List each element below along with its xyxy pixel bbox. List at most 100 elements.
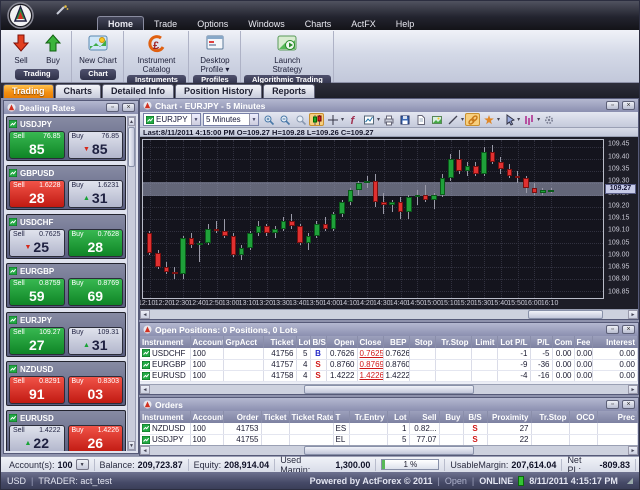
scroll-right-icon[interactable]: ► (628, 446, 638, 455)
panel-close-button[interactable]: × (622, 325, 635, 334)
desktop-profile-button[interactable]: Desktop Profile ▾ (192, 31, 238, 75)
buy-button-usdchf[interactable]: Buy 0.7628 28 (67, 229, 123, 257)
candlestick-style-icon[interactable] (309, 113, 324, 126)
buy-button-eurusd[interactable]: Buy 1.4226 26 (67, 425, 123, 451)
tab-trading[interactable]: Trading (3, 84, 54, 98)
scrollbar-thumb[interactable] (528, 310, 604, 319)
sell-button[interactable]: Sell (5, 31, 37, 65)
instrument-catalog-button[interactable]: £ Instrument Catalog (133, 31, 179, 75)
panel-close-button[interactable]: × (622, 400, 635, 409)
panel-minimize-button[interactable]: ▫ (606, 400, 619, 409)
buy-sell-cell: S (310, 370, 327, 382)
scrollbar-thumb[interactable] (304, 385, 474, 394)
launch-strategy-button[interactable]: Launch Strategy (264, 31, 310, 75)
print-icon[interactable] (381, 113, 396, 126)
buy-button-eurgbp[interactable]: Buy 0.8769 69 (67, 278, 123, 306)
chevron-down-icon[interactable]: ▾ (517, 116, 520, 123)
pointer-tool-icon[interactable] (501, 113, 516, 126)
chevron-down-icon[interactable]: ▾ (377, 116, 380, 123)
zoom-reset-icon[interactable] (293, 113, 308, 126)
chart-ohlc-status: Last:8/11/2011 4:15:00 PM O=109.27 H=109… (140, 128, 638, 137)
scroll-left-icon[interactable]: ◄ (140, 385, 150, 394)
table-row[interactable]: EURUSD 100 41758 4 S 1.4222 1.4226 1.4222 -4 -16 0… (140, 370, 638, 382)
tab-position-history[interactable]: Position History (175, 84, 263, 98)
zoom-in-icon[interactable] (261, 113, 276, 126)
menu-windows[interactable]: Windows (238, 17, 295, 30)
y-tick-label: 109.05 (608, 239, 630, 247)
svg-text:f: f (350, 115, 355, 126)
scroll-up-icon[interactable]: ▲ (128, 117, 135, 126)
tab-reports[interactable]: Reports (263, 84, 316, 98)
sell-button-usdchf[interactable]: Sell 0.7625 ▼ 25 (9, 229, 65, 257)
sell-button-eurusd[interactable]: Sell 1.4222 ▲ 22 (9, 425, 65, 451)
copy-page-icon[interactable] (413, 113, 428, 126)
buy-button-usdjpy[interactable]: Buy 76.85 ▼ 85 (67, 131, 123, 159)
buy-button[interactable]: Buy (37, 31, 69, 65)
panel-minimize-button[interactable]: ▫ (106, 103, 119, 112)
menu-home[interactable]: Home (97, 16, 145, 30)
chevron-down-icon[interactable]: ▾ (341, 116, 344, 123)
orders-h-scrollbar[interactable]: ◄ ► (140, 445, 638, 455)
zoom-out-icon[interactable] (277, 113, 292, 126)
trend-line-icon[interactable] (445, 113, 460, 126)
table-row[interactable]: EURGBP 100 41757 4 S 0.8760 0.8769 0.8760 -9 -36 0… (140, 359, 638, 371)
panel-close-button[interactable]: × (622, 101, 635, 110)
scroll-right-icon[interactable]: ► (628, 310, 638, 319)
sell-button-usdjpy[interactable]: Sell 76.85 85 (9, 131, 65, 159)
panel-logo-icon (7, 99, 16, 117)
indicators-icon[interactable]: f (345, 113, 360, 126)
chart-layout-icon[interactable] (361, 113, 376, 126)
sell-button-nzdusd[interactable]: Sell 0.8291 91 (9, 376, 65, 404)
sell-button-gbpusd[interactable]: Sell 1.6228 28 (9, 180, 65, 208)
buy-button-gbpusd[interactable]: Buy 1.6231 ▲ 31 (67, 180, 123, 208)
new-chart-button[interactable]: New Chart (75, 31, 121, 65)
panel-minimize-button[interactable]: ▫ (606, 325, 619, 334)
tab-detailed-info[interactable]: Detailed Info (102, 84, 175, 98)
chart-symbol-select[interactable]: EURJPY ▼ (143, 113, 201, 126)
table-row[interactable]: USDCHF 100 41756 5 B 0.7626 0.7625 0.7626 -1 -5 0.… (140, 348, 638, 360)
buy-button-nzdusd[interactable]: Buy 0.8303 03 (67, 376, 123, 404)
pip-price: 28 (28, 190, 45, 206)
chart-period-select[interactable]: 5 Minutes ▼ (203, 113, 259, 126)
chevron-down-icon[interactable]: ▾ (537, 116, 540, 123)
panel-close-button[interactable]: × (122, 103, 135, 112)
buy-button-eurjpy[interactable]: Buy 109.31 ▲ 31 (67, 327, 123, 355)
save-icon[interactable] (397, 113, 412, 126)
sell-button-eurjpy[interactable]: Sell 109.27 27 (9, 327, 65, 355)
candle-body (255, 226, 262, 234)
annotations-icon[interactable] (481, 113, 496, 126)
account-dropdown-button[interactable]: ▼ (75, 459, 89, 470)
quick-access-wand-icon[interactable] (55, 3, 69, 21)
menu-help[interactable]: Help (386, 17, 425, 30)
settings-icon[interactable] (541, 113, 556, 126)
scroll-right-icon[interactable]: ► (628, 385, 638, 394)
dealing-rates-scrollbar[interactable]: ▲ ▼ (127, 116, 136, 451)
chart-plot[interactable] (142, 139, 604, 299)
resize-grip[interactable]: ◢ (627, 476, 633, 485)
chevron-down-icon[interactable]: ▼ (191, 114, 200, 125)
menu-trade[interactable]: Trade (144, 17, 187, 30)
scroll-left-icon[interactable]: ◄ (140, 310, 150, 319)
oscillator-icon[interactable] (521, 113, 536, 126)
crosshair-icon[interactable] (325, 113, 340, 126)
menu-actfx[interactable]: ActFX (341, 17, 386, 30)
panel-minimize-button[interactable]: ▫ (606, 101, 619, 110)
menu-charts[interactable]: Charts (295, 17, 342, 30)
menu-options[interactable]: Options (187, 17, 238, 30)
chevron-down-icon[interactable]: ▾ (497, 116, 500, 123)
link-charts-icon[interactable] (465, 113, 481, 126)
sell-button-eurgbp[interactable]: Sell 0.8759 59 (9, 278, 65, 306)
tab-charts[interactable]: Charts (54, 84, 102, 98)
export-image-icon[interactable] (429, 113, 444, 126)
chevron-down-icon[interactable]: ▾ (461, 116, 464, 123)
candle-body (163, 266, 170, 272)
scroll-left-icon[interactable]: ◄ (140, 446, 150, 455)
table-row[interactable]: NZDUSD 100 41753 ES 1 0.82... S 27 (140, 423, 638, 435)
scroll-down-icon[interactable]: ▼ (128, 441, 135, 450)
chevron-down-icon[interactable]: ▼ (249, 114, 258, 125)
scrollbar-thumb[interactable] (128, 127, 135, 167)
chart-h-scrollbar[interactable]: ◄ ► (140, 309, 638, 319)
positions-h-scrollbar[interactable]: ◄ ► (140, 384, 638, 394)
candle-body (439, 178, 446, 196)
table-row[interactable]: USDJPY 100 41755 EL 5 77.07 S 22 (140, 434, 638, 445)
